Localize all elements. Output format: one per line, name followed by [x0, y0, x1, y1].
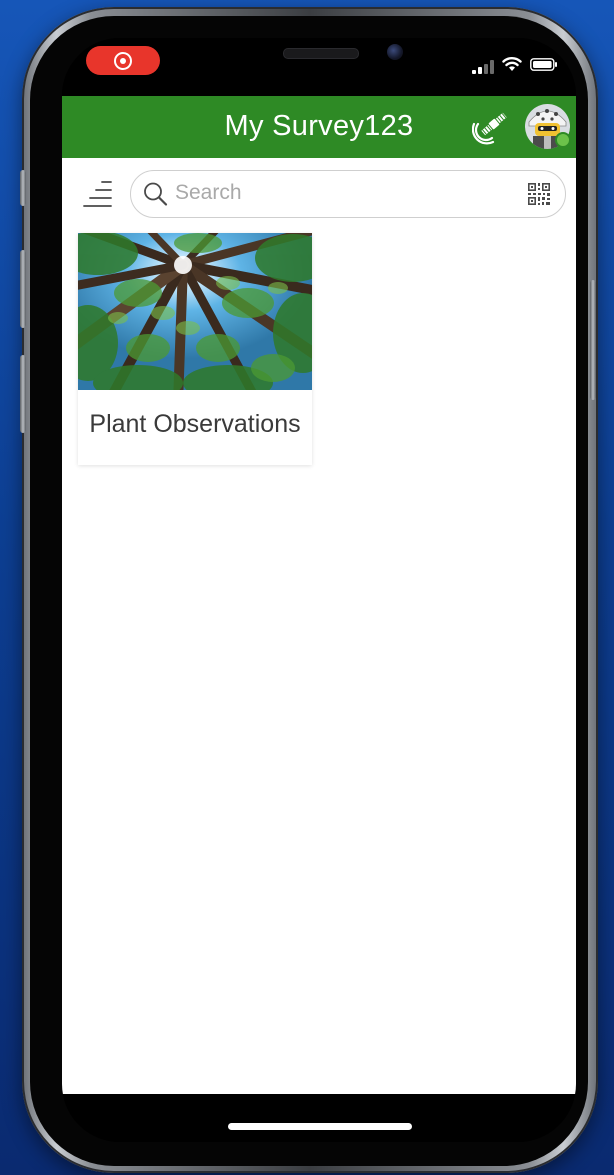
survey-gallery: Plant Observations: [62, 158, 576, 1094]
satellite-gps-icon[interactable]: [472, 110, 508, 146]
earpiece-speaker: [283, 48, 359, 59]
search-bar[interactable]: [130, 170, 566, 218]
search-input[interactable]: [175, 171, 505, 215]
sort-menu-icon[interactable]: [80, 176, 116, 212]
volume-up-button: [20, 250, 26, 328]
app-header: My Survey123: [62, 96, 576, 158]
front-camera: [387, 44, 403, 60]
phone-screen: My Survey123 Search Plant Observations: [62, 38, 576, 1142]
wifi-icon: [502, 57, 522, 71]
notch: [175, 38, 463, 81]
online-status-dot: [555, 132, 571, 148]
screen-record-indicator[interactable]: [86, 46, 160, 75]
survey-card[interactable]: Plant Observations: [78, 233, 312, 465]
power-button: [590, 280, 596, 400]
home-bar-area: [62, 1094, 576, 1142]
home-indicator[interactable]: [228, 1123, 412, 1130]
battery-icon: [530, 58, 557, 71]
survey-title: Plant Observations: [89, 410, 301, 438]
volume-down-button: [20, 355, 26, 433]
cellular-signal-icon: [472, 60, 494, 74]
mute-switch: [20, 170, 26, 206]
qr-code-scanner-icon[interactable]: [528, 183, 550, 205]
screen-record-icon: [114, 51, 132, 70]
survey-thumbnail: [78, 233, 312, 390]
search-icon: [144, 182, 168, 206]
